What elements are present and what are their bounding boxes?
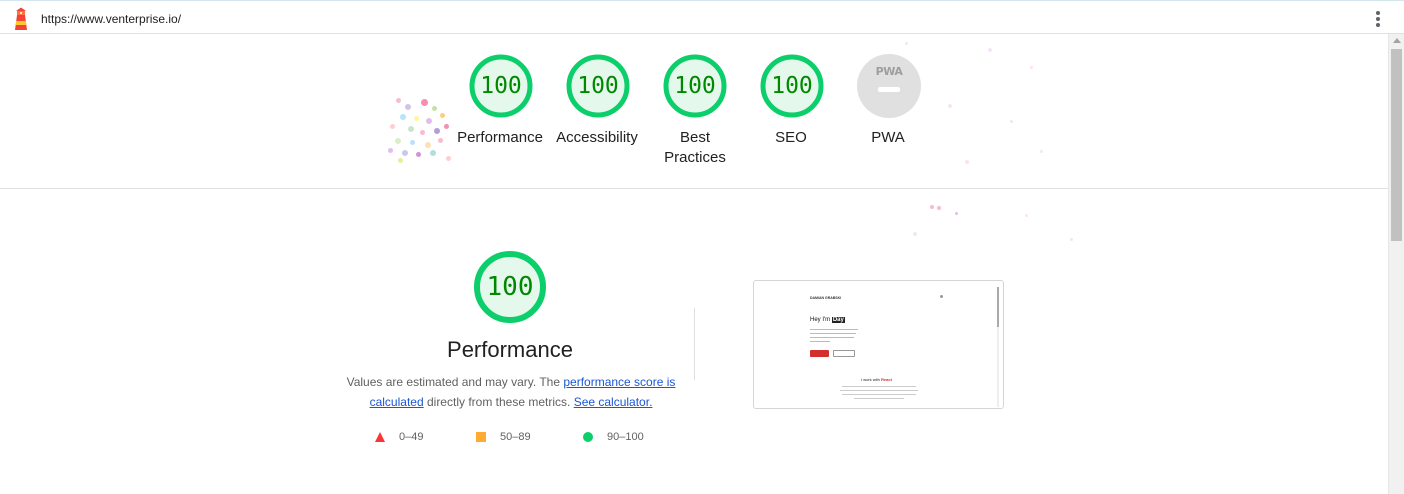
- thumb-subheading-highlight: React: [881, 377, 892, 382]
- gauge-label-pwa: PWA: [871, 129, 905, 146]
- thumb-heading-name: Day: [831, 317, 845, 323]
- thumb-text-line: [810, 337, 854, 338]
- gauge-score: 100: [486, 272, 534, 302]
- pwa-badge-icon: PWA: [875, 65, 903, 78]
- theme-toggle-icon: [940, 295, 943, 298]
- header-divider: [0, 188, 1388, 189]
- gauge-label-accessibility: Accessibility: [556, 129, 638, 146]
- performance-gauge-large: 100: [473, 250, 547, 324]
- thumb-heading: Hey I'm Day: [810, 317, 845, 323]
- description-text: directly from these metrics.: [423, 395, 574, 409]
- fail-triangle-icon: [375, 432, 385, 442]
- thumb-heading-text: Hey I'm: [810, 317, 832, 323]
- legend-range: 0–49: [399, 431, 424, 443]
- thumb-text-line: [840, 390, 918, 391]
- see-calculator-link[interactable]: See calculator.: [574, 395, 653, 409]
- thumb-secondary-button: [833, 350, 855, 357]
- thumb-subheading: I work with React: [861, 377, 892, 382]
- gauge-score: 100: [771, 73, 813, 99]
- average-square-icon: [476, 432, 486, 442]
- gauge-label-seo: SEO: [775, 129, 807, 146]
- thumb-text-line: [842, 394, 916, 395]
- thumb-text-line: [810, 329, 858, 330]
- thumb-subheading-text: I work with: [861, 377, 882, 382]
- scroll-thumb[interactable]: [1391, 49, 1402, 241]
- thumb-text-line: [854, 398, 904, 399]
- gauge-score: 100: [480, 73, 522, 99]
- gauge-score: 100: [577, 73, 619, 99]
- thumb-brand: DAMIAN GRABSKI: [810, 296, 842, 300]
- gauge-accessibility[interactable]: 100: [566, 54, 630, 118]
- section-divider: [694, 308, 695, 380]
- gauge-label-best-practices: Best Practices: [664, 129, 726, 166]
- gauge-pwa[interactable]: PWA: [857, 54, 921, 118]
- gauge-score: 100: [674, 73, 716, 99]
- thumb-text-line: [810, 341, 830, 342]
- pass-circle-icon: [583, 432, 593, 442]
- scroll-up-arrow-icon[interactable]: [1393, 38, 1401, 43]
- thumb-scroll-thumb: [997, 287, 999, 327]
- thumb-text-line: [842, 386, 916, 387]
- gauge-best-practices[interactable]: 100: [663, 54, 727, 118]
- page-scrollbar[interactable]: [1388, 34, 1404, 494]
- gauge-performance[interactable]: 100: [469, 54, 533, 118]
- thumb-text-line: [810, 333, 856, 334]
- gauge-label-performance: Performance: [457, 129, 543, 146]
- performance-title: Performance: [447, 337, 573, 362]
- thumb-primary-button: [810, 350, 829, 357]
- performance-description: Values are estimated and may vary. The p…: [346, 372, 676, 412]
- legend-range: 50–89: [500, 431, 531, 443]
- gauge-seo[interactable]: 100: [760, 54, 824, 118]
- legend-range: 90–100: [607, 431, 644, 443]
- description-text: Values are estimated and may vary. The: [346, 375, 564, 389]
- final-screenshot[interactable]: DAMIAN GRABSKI Hey I'm Day I work with R…: [753, 280, 1004, 409]
- pwa-na-dash: [878, 87, 900, 92]
